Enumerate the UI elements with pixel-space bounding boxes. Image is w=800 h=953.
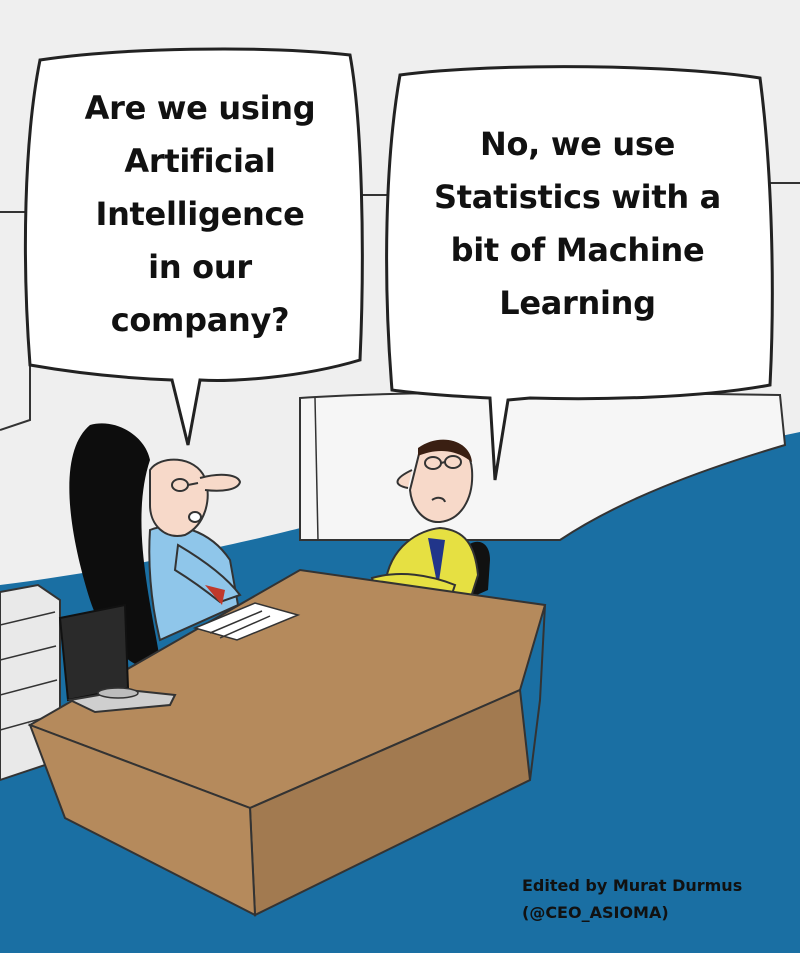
credit-line-1: Edited by Murat Durmus [522, 876, 743, 895]
speech-right-text: No, we use Statistics with a bit of Mach… [434, 125, 721, 322]
credit-line-2: (@CEO_ASIOMA) [522, 903, 669, 922]
credit: Edited by Murat Durmus (@CEO_ASIOMA) [522, 872, 742, 926]
speech-left-text: Are we using Artificial Intelligence in … [84, 89, 316, 339]
cartoon-panel: Are we using Artificial Intelligence in … [0, 0, 800, 953]
